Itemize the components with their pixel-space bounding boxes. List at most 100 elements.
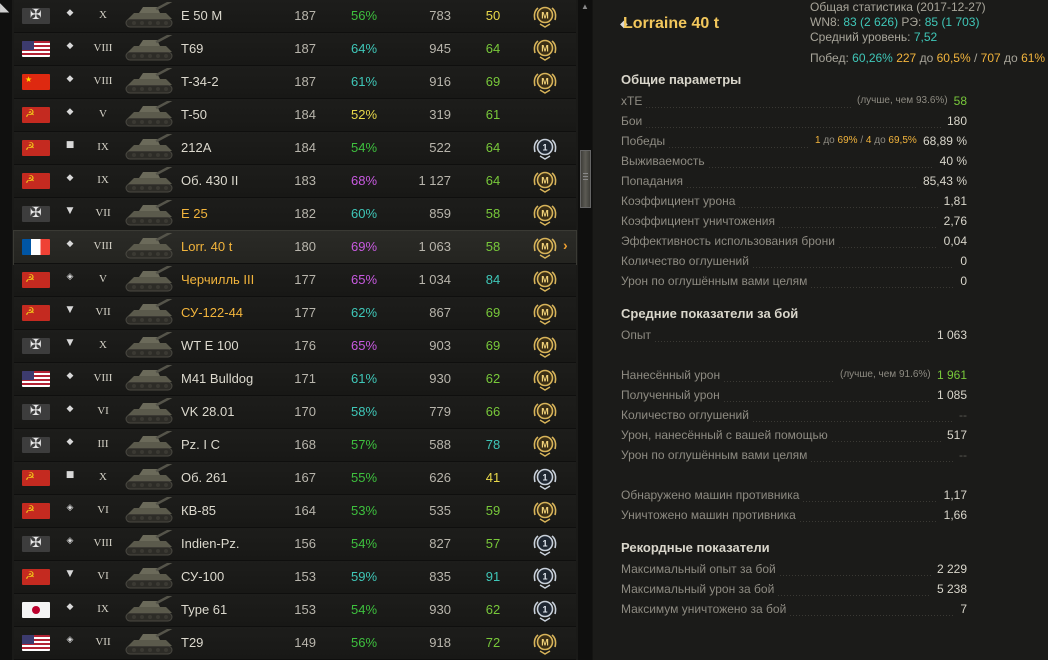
vehicle-row[interactable]: ▼ VI СУ-100 153 59% 835 91 1: [14, 558, 576, 594]
tank-image: [122, 228, 180, 261]
vehicle-list-scrollbar[interactable]: ▲: [578, 0, 592, 660]
winrate: 54%: [350, 602, 378, 617]
mastery-badge-text: M: [541, 407, 549, 417]
stat-row: Количество оглушений --: [621, 406, 967, 426]
battles-count: 183: [294, 173, 316, 188]
ussr-flag-icon: [22, 569, 50, 585]
vehicle-row[interactable]: ■ X Об. 261 167 55% 626 41 1: [14, 459, 576, 495]
vehicle-row[interactable]: ◆ V T-50 184 52% 319 61: [14, 96, 576, 132]
stat-row: Максимум уничтожено за бой 7: [621, 600, 967, 620]
forecast-part: до: [874, 135, 886, 146]
mastery-badge-text: M: [541, 242, 549, 252]
stat-label: Максимальный урон за бой: [621, 582, 775, 596]
avg-experience: 945: [429, 41, 451, 56]
battles-count: 177: [294, 272, 316, 287]
vehicle-row[interactable]: ◆ VIII T69 187 64% 945 64 M: [14, 30, 576, 66]
china-flag-icon: [22, 74, 50, 90]
mastery-badge-icon: 1: [532, 565, 558, 589]
wn-rating: 58: [485, 206, 501, 221]
vehicle-row[interactable]: ◈ VI КВ-85 164 53% 535 59 M: [14, 492, 576, 528]
stat-label: Коэффициент урона: [621, 194, 736, 208]
mastery-badge-text: 1: [542, 605, 547, 615]
tank-name: Об. 430 II: [181, 173, 239, 188]
vehicle-row[interactable]: ◈ VIII Indien-Pz. 156 54% 827 57 1: [14, 525, 576, 561]
vehicle-table: ◆XE 50 M18756%78350M◆VIIIT6918764%94564M…: [13, 0, 577, 660]
winrate: 65%: [350, 272, 378, 287]
tier-label: VI: [97, 405, 109, 417]
light-tank-class-icon: ◆: [66, 437, 74, 447]
stat-row: Выживаемость 40 %: [621, 152, 967, 172]
winrate: 58%: [350, 404, 378, 419]
stat-label: Эффективность использования брони: [621, 234, 835, 248]
winrate: 64%: [350, 41, 378, 56]
mastery-badge-icon: 1: [532, 136, 558, 160]
vehicle-row[interactable]: ◆ VIII T-34-2 187 61% 916 69 M: [14, 63, 576, 99]
vehicle-row[interactable]: ◈ VII T29 149 56% 918 72 M: [14, 624, 576, 660]
stat-value: 5 238: [936, 582, 967, 596]
vehicle-row[interactable]: ◆ VI VK 28.01 170 58% 779 66 M: [14, 393, 576, 429]
stat-label: Выживаемость: [621, 154, 705, 168]
summary-ratings: WN8: 83 (2 626) РЭ: 85 (1 703): [810, 15, 980, 29]
winrate: 59%: [350, 569, 378, 584]
scroll-up-arrow-icon[interactable]: ▲: [581, 2, 589, 11]
stat-label: Урон по оглушённым вами целям: [621, 274, 808, 288]
vehicle-row[interactable]: ▼ X WT E 100 176 65% 903 69 M: [14, 327, 576, 363]
vehicle-row[interactable]: ◆ III Pz. I C 168 57% 588 78 M: [14, 426, 576, 462]
dotted-leader: [709, 167, 934, 168]
dotted-leader: [800, 521, 938, 522]
stat-row: Опыт 1 063: [621, 326, 967, 346]
list-left-edge: [0, 0, 12, 660]
wn-rating: 57: [485, 536, 501, 551]
stat-value: 0: [960, 254, 967, 268]
stat-value: 0,04: [943, 234, 967, 248]
tank-image: [122, 459, 180, 492]
mastery-badge-icon: M: [532, 235, 558, 259]
section-title: Средние показатели за бой: [621, 306, 799, 321]
wn-rating: 50: [485, 8, 501, 23]
tier-label: VII: [95, 636, 111, 648]
selected-arrow-icon: ›: [563, 237, 568, 253]
mastery-badge-icon: 1: [532, 598, 558, 622]
battles-count: 153: [294, 602, 316, 617]
mastery-badge-icon: M: [532, 334, 558, 358]
battles-count: 180: [294, 239, 316, 254]
vehicle-row[interactable]: ◆ X E 50 M 187 56% 783 50 M: [14, 0, 576, 33]
tier-label: VIII: [93, 240, 113, 252]
germany-flag-icon: [22, 338, 50, 354]
mastery-badge-icon: M: [532, 400, 558, 424]
battles-count: 171: [294, 371, 316, 386]
stat-label: xTE: [621, 94, 643, 108]
collapse-arrow-icon[interactable]: ◣: [0, 0, 9, 14]
vehicle-row[interactable]: ◈ V Черчилль III 177 65% 1 034 84 M: [14, 261, 576, 297]
stat-value: 0: [960, 274, 967, 288]
scroll-thumb[interactable]: [580, 150, 591, 208]
section-title: Рекордные показатели: [621, 540, 770, 555]
avg-experience: 930: [429, 371, 451, 386]
vehicle-row[interactable]: ◆ VIII Lorr. 40 t 180 69% 1 063 58 M ›: [13, 228, 577, 265]
mastery-badge-text: M: [541, 77, 549, 87]
avg-experience: 903: [429, 338, 451, 353]
vehicle-row[interactable]: ◆ VIII M41 Bulldog 171 61% 930 62 M: [14, 360, 576, 396]
vehicle-row[interactable]: ■ IX 212A 184 54% 522 64 1: [14, 129, 576, 165]
avg-experience: 626: [429, 470, 451, 485]
vehicle-row[interactable]: ▼ VII СУ-122-44 177 62% 867 69 M: [14, 294, 576, 330]
mastery-badge-text: M: [541, 341, 549, 351]
tank-name: КВ-85: [181, 503, 217, 518]
vehicle-row[interactable]: ◆ IX Type 61 153 54% 930 62 1: [14, 591, 576, 627]
avg-experience: 930: [429, 602, 451, 617]
stat-label: Опыт: [621, 328, 651, 342]
stat-value: 40 %: [939, 154, 967, 168]
tank-image: [122, 63, 180, 96]
mastery-badge-text: 1: [542, 473, 547, 483]
section-title: Общие параметры: [621, 72, 742, 87]
vehicle-row[interactable]: ◆ IX Об. 430 II 183 68% 1 127 64 M: [14, 162, 576, 198]
mastery-badge-icon: M: [532, 70, 558, 94]
tank-image: [122, 96, 180, 129]
ussr-flag-icon: [22, 173, 50, 189]
forecast-part: 1: [815, 135, 821, 146]
heavy-tank-class-icon: ◆: [66, 173, 74, 183]
tank-name: СУ-122-44: [181, 305, 244, 320]
tier-label: X: [99, 471, 107, 483]
vehicle-row[interactable]: ▼ VII E 25 182 60% 859 58 M: [14, 195, 576, 231]
forecast-part: 69%: [837, 135, 858, 146]
